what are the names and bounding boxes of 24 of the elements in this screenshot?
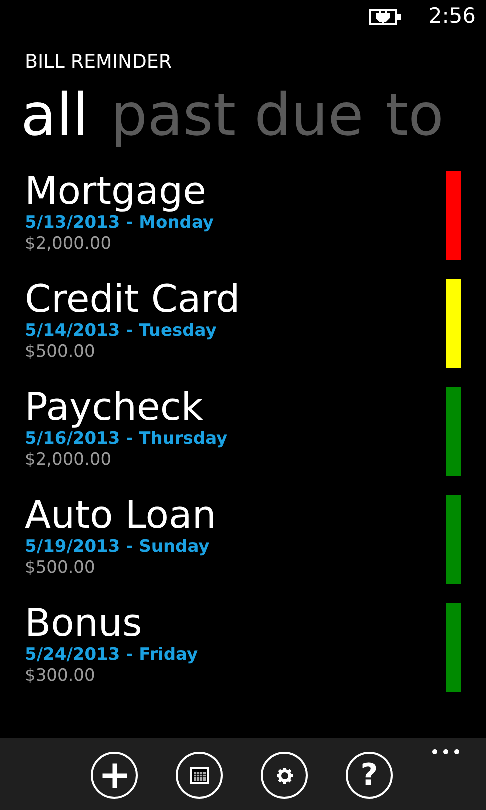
add-button[interactable] <box>91 752 138 799</box>
bill-amount: $500.00 <box>25 341 96 363</box>
bill-amount: $300.00 <box>25 665 96 687</box>
bill-amount: $2,000.00 <box>25 233 112 255</box>
more-icon[interactable] <box>432 749 460 755</box>
due-date: 5/14/2013 - Tuesday <box>25 321 217 341</box>
bill-amount: $2,000.00 <box>25 449 112 471</box>
bill-name[interactable]: Auto Loan <box>25 493 216 537</box>
app-title: BILL REMINDER <box>25 53 174 72</box>
help-button[interactable]: ? <box>346 752 393 799</box>
bill-name[interactable]: Paycheck <box>25 385 204 429</box>
due-date: 5/13/2013 - Monday <box>25 213 214 233</box>
bill-name[interactable]: Mortgage <box>25 169 206 213</box>
due-date: 5/24/2013 - Friday <box>25 645 198 665</box>
pivot-tab[interactable]: all <box>21 86 89 146</box>
calendar-button[interactable] <box>176 752 223 799</box>
bill-amount: $500.00 <box>25 557 96 579</box>
bill-name[interactable]: Bonus <box>25 601 142 645</box>
due-date: 5/19/2013 - Sunday <box>25 537 210 557</box>
due-date: 5/16/2013 - Thursday <box>25 429 228 449</box>
settings-button[interactable] <box>261 752 308 799</box>
clock-time: 2:56 <box>428 3 476 30</box>
bill-name[interactable]: Credit Card <box>25 277 240 321</box>
battery-icon <box>368 8 403 26</box>
